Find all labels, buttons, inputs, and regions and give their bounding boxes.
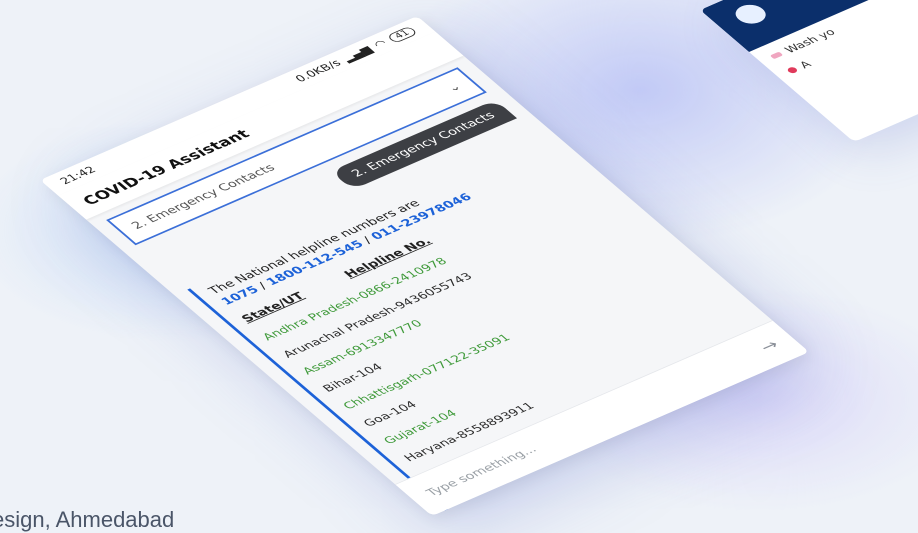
footer-caption: esign, Ahmedabad [0, 507, 175, 532]
virus-icon [785, 66, 799, 75]
wifi-icon: ◠ [370, 37, 391, 51]
handwash-icon [769, 51, 784, 60]
scene: Wash yo A 21:42 0.0KB/s ▂▄▆ ◠ 41 COVID-1… [0, 0, 918, 533]
second-phone-screen: Wash yo A [700, 0, 918, 142]
who-logo-icon [729, 1, 772, 28]
phone-screen: 21:42 0.0KB/s ▂▄▆ ◠ 41 COVID-19 Assistan… [40, 16, 810, 516]
chevron-down-icon: ⌄ [444, 80, 465, 95]
send-arrow-icon[interactable]: → [755, 337, 784, 356]
